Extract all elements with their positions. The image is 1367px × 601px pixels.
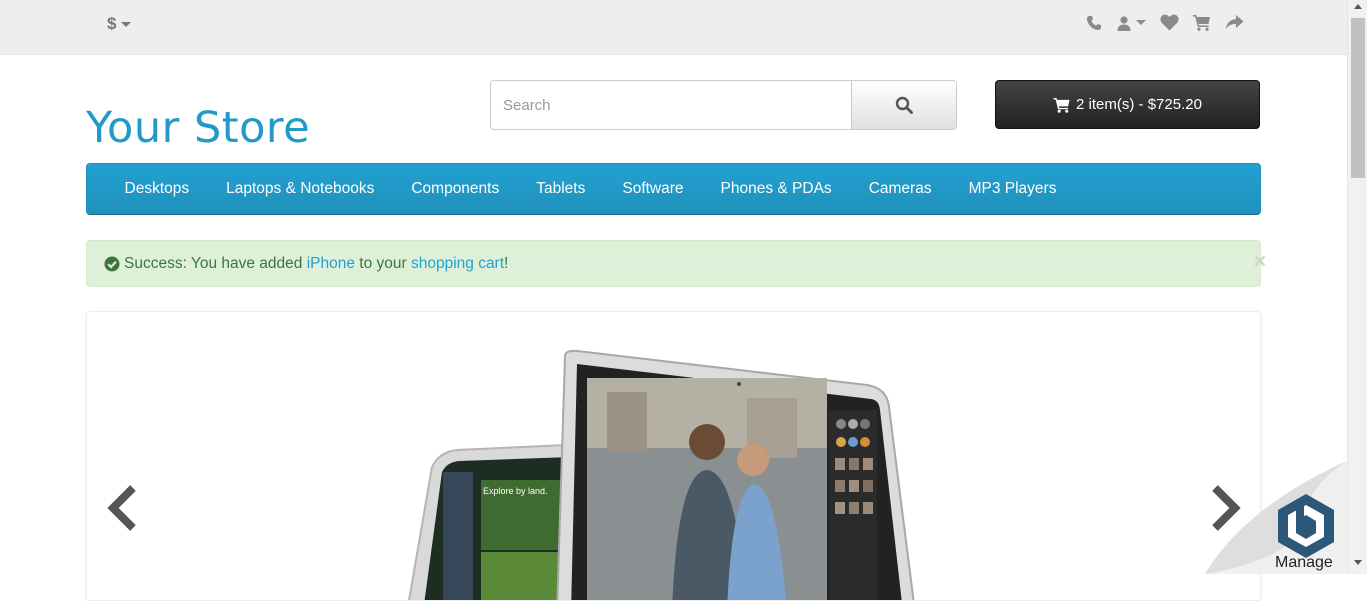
shopping-cart-icon (1053, 97, 1070, 113)
top-links (1086, 14, 1244, 31)
heart-icon[interactable] (1160, 14, 1179, 31)
menu-item-desktops[interactable]: Desktops (106, 180, 208, 198)
search-input[interactable] (490, 80, 852, 130)
menu-item-software[interactable]: Software (604, 180, 702, 198)
slider-prev-arrow-icon[interactable] (105, 484, 139, 537)
search-button[interactable] (852, 80, 957, 130)
search-bar (490, 80, 957, 130)
alert-text-middle: to your (354, 254, 411, 272)
menu-item-laptops-notebooks[interactable]: Laptops & Notebooks (208, 180, 393, 198)
menu-item-tablets[interactable]: Tablets (518, 180, 604, 198)
manage-label[interactable]: Manage (1275, 554, 1333, 572)
account-dropdown[interactable] (1116, 15, 1146, 31)
shopping-cart-link[interactable]: shopping cart (411, 255, 504, 273)
macbook-banner-image: Explore by land. (408, 349, 915, 600)
check-circle-icon (104, 256, 120, 272)
chevron-down-icon (1136, 20, 1146, 25)
menu-item-components[interactable]: Components (393, 180, 518, 198)
store-logo[interactable]: Your Store (86, 103, 310, 153)
search-icon (895, 96, 913, 114)
success-alert: Success: You have added iPhone to your s… (86, 240, 1266, 287)
vertical-scrollbar[interactable] (1347, 0, 1367, 574)
scroll-up-arrow-icon[interactable] (1354, 4, 1362, 9)
chevron-down-icon (121, 21, 132, 27)
shopping-cart-icon[interactable] (1193, 14, 1211, 31)
alert-text-prefix: Success: You have added (124, 254, 307, 272)
cart-button[interactable]: 2 item(s) - $725.20 (995, 80, 1260, 129)
banner-slideshow: Explore by land. (86, 311, 1261, 601)
currency-symbol: $ (107, 14, 117, 33)
category-menu: Desktops Laptops & Notebooks Components … (86, 163, 1261, 215)
scrollbar-thumb[interactable] (1351, 18, 1365, 178)
close-icon[interactable]: × (1254, 250, 1266, 274)
menu-item-phones-pdas[interactable]: Phones & PDAs (702, 180, 850, 198)
menu-item-mp3-players[interactable]: MP3 Players (950, 180, 1075, 198)
alert-text-suffix: ! (504, 254, 509, 272)
scroll-down-arrow-icon[interactable] (1354, 560, 1362, 565)
user-icon (1117, 15, 1131, 31)
menu-item-cameras[interactable]: Cameras (850, 180, 950, 198)
top-bar: $ (0, 0, 1347, 55)
currency-dropdown[interactable]: $ (107, 14, 132, 34)
product-link[interactable]: iPhone (307, 255, 355, 273)
share-icon[interactable] (1225, 14, 1244, 31)
svg-text:Explore by land.: Explore by land. (483, 486, 548, 496)
phone-icon[interactable] (1086, 15, 1102, 31)
cart-total: 2 item(s) - $725.20 (1076, 96, 1202, 113)
